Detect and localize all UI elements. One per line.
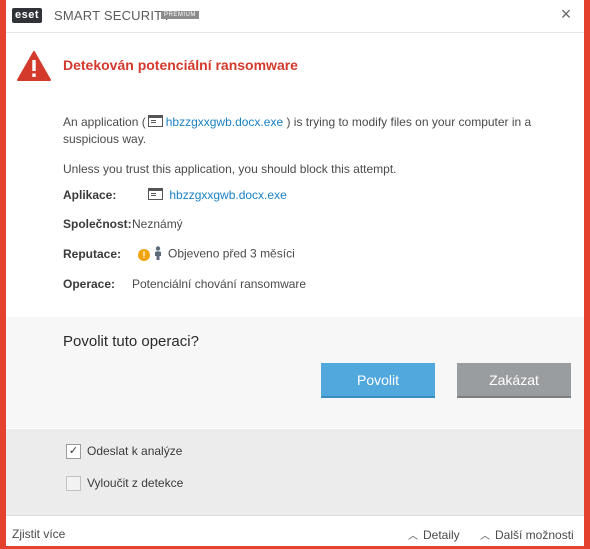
application-value: hbzzgxxgwb.docx.exe	[146, 188, 287, 202]
detail-company-row: Společnost:	[63, 217, 132, 233]
submit-analysis-label: Odeslat k analýze	[87, 444, 183, 458]
alert-title: Detekován potenciální ransomware	[63, 57, 298, 73]
person-icon	[154, 246, 162, 263]
exclude-detection-checkbox[interactable]	[66, 476, 81, 492]
action-question: Povolit tuto operaci?	[63, 333, 199, 350]
close-button[interactable]: ×	[556, 4, 576, 24]
reputation-label: Reputace:	[63, 247, 122, 261]
more-options-label: Další možnosti	[495, 528, 574, 542]
submit-for-analysis-option[interactable]: ✓ Odeslat k analýze	[66, 444, 183, 460]
chevron-up-icon: ︿	[480, 531, 490, 542]
detail-operation-row: Operace:	[63, 277, 115, 293]
chevron-up-icon: ︿	[408, 531, 418, 542]
alert-window: eset SMART SECURITY PREMIUM × Detekován …	[6, 0, 584, 546]
details-toggle[interactable]: ︿ Detaily	[408, 527, 460, 542]
company-link[interactable]: Neznámý	[132, 217, 183, 231]
footer-bar: Zjistit více ︿ Detaily ︿ Další možnosti	[6, 515, 584, 546]
submit-analysis-checkbox[interactable]: ✓	[66, 444, 81, 460]
exclude-from-detection-option[interactable]: Vyloučit z detekce	[66, 476, 184, 492]
block-button[interactable]: Zakázat	[457, 363, 571, 398]
details-label: Detaily	[423, 528, 460, 542]
warning-triangle-icon	[16, 50, 52, 87]
file-icon	[148, 188, 163, 200]
allow-button[interactable]: Povolit	[321, 363, 435, 398]
detail-application-row: Aplikace:	[63, 188, 116, 204]
exclamation-icon: !	[138, 248, 150, 261]
learn-more-link[interactable]: Zjistit více	[12, 527, 65, 541]
advice-text: Unless you trust this application, you s…	[63, 162, 397, 176]
application-label: Aplikace:	[63, 188, 117, 202]
eset-logo: eset	[12, 8, 43, 23]
options-panel	[6, 429, 584, 515]
title-divider	[6, 32, 584, 33]
file-icon	[147, 115, 163, 127]
detail-reputation-row: Reputace:	[63, 247, 121, 263]
operation-label: Operace:	[63, 277, 116, 291]
edition-badge: PREMIUM	[161, 11, 199, 19]
alert-description: An application (hbzzgxxgwb.docx.exe ) is…	[63, 114, 543, 148]
exclude-detection-label: Vyloučit z detekce	[87, 476, 184, 490]
operation-value: Potenciální chování ransomware	[132, 277, 307, 291]
reputation-value: ! Objeveno před 3 měsíci	[138, 246, 295, 263]
application-link-inline[interactable]: hbzzgxxgwb.docx.exe	[166, 115, 283, 129]
application-link[interactable]: hbzzgxxgwb.docx.exe	[169, 188, 286, 202]
reputation-text: Objeveno před 3 měsíci	[168, 246, 295, 261]
description-prefix: An application (	[63, 115, 146, 129]
company-label: Společnost:	[63, 217, 132, 231]
more-options-toggle[interactable]: ︿ Další možnosti	[480, 527, 574, 542]
product-name: SMART SECURITY	[54, 8, 172, 23]
title-bar: eset SMART SECURITY PREMIUM ×	[6, 0, 584, 32]
